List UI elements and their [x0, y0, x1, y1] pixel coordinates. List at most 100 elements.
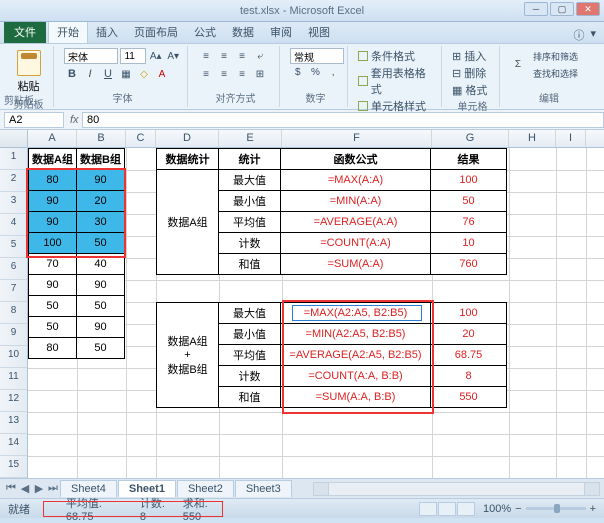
align-bot-button[interactable]: ≡: [234, 48, 250, 64]
underline-button[interactable]: U: [100, 66, 116, 82]
row-header[interactable]: 15: [0, 456, 27, 478]
maximize-button[interactable]: ▢: [550, 2, 574, 16]
window-title: test.xlsx - Microsoft Excel: [240, 5, 364, 17]
status-average: 平均值: 68.75: [66, 495, 130, 523]
percent-button[interactable]: %: [308, 64, 324, 80]
tab-nav-last[interactable]: ⏭: [46, 482, 60, 496]
column-header[interactable]: H: [509, 130, 556, 147]
bold-button[interactable]: B: [64, 66, 80, 82]
cond-format-button[interactable]: 条件格式: [358, 48, 435, 64]
tab-data[interactable]: 数据: [224, 21, 262, 43]
column-header[interactable]: B: [77, 130, 126, 147]
delete-cells-button[interactable]: ⊟ 删除: [452, 65, 493, 81]
insert-cells-button[interactable]: ⊞ 插入: [452, 48, 493, 64]
table-format-button[interactable]: 套用表格格式: [358, 65, 435, 97]
autosum-button[interactable]: Σ: [510, 57, 526, 73]
merge-button[interactable]: ⊞: [252, 66, 268, 82]
column-header[interactable]: D: [156, 130, 219, 147]
zoom-in-button[interactable]: +: [590, 503, 596, 515]
number-format-select[interactable]: 常规: [290, 48, 344, 64]
row-header[interactable]: 7: [0, 280, 27, 302]
column-header[interactable]: I: [556, 130, 586, 147]
row-header[interactable]: 12: [0, 390, 27, 412]
horizontal-scrollbar[interactable]: [313, 482, 600, 496]
row-header[interactable]: 3: [0, 192, 27, 214]
status-sum: 求和: 550: [183, 495, 228, 523]
view-break-button[interactable]: [457, 502, 475, 516]
tab-home[interactable]: 开始: [48, 20, 88, 43]
sort-button[interactable]: 排序和筛选: [532, 48, 579, 64]
border-button[interactable]: ▦: [118, 66, 134, 82]
group-font-label: 字体: [64, 90, 181, 105]
min-ribbon-icon[interactable]: ▾: [590, 27, 596, 43]
view-normal-button[interactable]: [419, 502, 437, 516]
font-size-select[interactable]: 11: [120, 48, 145, 64]
row-header[interactable]: 2: [0, 170, 27, 192]
currency-button[interactable]: $: [290, 64, 306, 80]
formula-input[interactable]: 80: [82, 112, 604, 128]
row-header[interactable]: 11: [0, 368, 27, 390]
view-layout-button[interactable]: [438, 502, 456, 516]
find-button[interactable]: 查找和选择: [532, 65, 579, 81]
row-header[interactable]: 8: [0, 302, 27, 324]
tab-layout[interactable]: 页面布局: [126, 21, 186, 43]
align-left-button[interactable]: ≡: [198, 66, 214, 82]
font-color-button[interactable]: A: [154, 66, 170, 82]
align-center-button[interactable]: ≡: [216, 66, 232, 82]
name-box[interactable]: A2: [4, 112, 64, 128]
italic-button[interactable]: I: [82, 66, 98, 82]
row-header[interactable]: 4: [0, 214, 27, 236]
comma-button[interactable]: ,: [325, 64, 341, 80]
tab-review[interactable]: 审阅: [262, 21, 300, 43]
row-headers: 123456789101112131415: [0, 148, 28, 478]
column-header[interactable]: C: [126, 130, 156, 147]
wrap-button[interactable]: ⤶: [252, 48, 268, 64]
row-header[interactable]: 14: [0, 434, 27, 456]
row-header[interactable]: 6: [0, 258, 27, 280]
group-number-label: 数字: [290, 90, 341, 105]
formula-bar: A2 fx 80: [0, 110, 604, 130]
zoom-level[interactable]: 100%: [483, 503, 511, 515]
grow-font-button[interactable]: A▴: [148, 48, 164, 64]
sheet-area[interactable]: ABCDEFGHI 123456789101112131415 数据A组数据B组…: [0, 130, 604, 478]
tab-insert[interactable]: 插入: [88, 21, 126, 43]
row-header[interactable]: 5: [0, 236, 27, 258]
sheet-tab[interactable]: Sheet3: [235, 480, 292, 497]
shrink-font-button[interactable]: A▾: [165, 48, 181, 64]
row-header[interactable]: 10: [0, 346, 27, 368]
paste-button[interactable]: 粘贴: [10, 48, 47, 96]
close-button[interactable]: ✕: [576, 2, 600, 16]
zoom-out-button[interactable]: −: [515, 503, 521, 515]
minimize-button[interactable]: ─: [524, 2, 548, 16]
help-icon[interactable]: ⓘ: [573, 27, 584, 43]
row-header[interactable]: 9: [0, 324, 27, 346]
tab-nav-prev[interactable]: ◀: [18, 482, 32, 496]
status-ready: 就绪: [8, 501, 66, 517]
align-top-button[interactable]: ≡: [198, 48, 214, 64]
row-header[interactable]: 1: [0, 148, 27, 170]
row-header[interactable]: 13: [0, 412, 27, 434]
clipboard-pane-label: 剪贴板: [4, 92, 34, 107]
tab-nav-first[interactable]: ⏮: [4, 482, 18, 496]
tab-file[interactable]: 文件: [4, 21, 46, 43]
zoom-slider[interactable]: [526, 507, 586, 510]
select-all-corner[interactable]: [0, 130, 28, 147]
tab-nav-next[interactable]: ▶: [32, 482, 46, 496]
column-header[interactable]: E: [219, 130, 282, 147]
column-header[interactable]: A: [28, 130, 77, 147]
font-name-select[interactable]: 宋体: [64, 48, 118, 64]
status-count: 计数: 8: [140, 495, 173, 523]
fill-color-button[interactable]: ◇: [136, 66, 152, 82]
title-bar: test.xlsx - Microsoft Excel ─ ▢ ✕: [0, 0, 604, 22]
cells-grid[interactable]: 数据A组数据B组 8090 9020 9030 10050 7040 9090 …: [28, 148, 604, 478]
ribbon-tabs: 文件 开始 插入 页面布局 公式 数据 审阅 视图 ⓘ ▾: [0, 22, 604, 44]
column-header[interactable]: F: [282, 130, 432, 147]
data-table-left: 数据A组数据B组 8090 9020 9030 10050 7040 9090 …: [28, 148, 125, 359]
fx-icon[interactable]: fx: [68, 114, 82, 126]
align-mid-button[interactable]: ≡: [216, 48, 232, 64]
column-header[interactable]: G: [432, 130, 509, 147]
tab-view[interactable]: 视图: [300, 21, 338, 43]
format-cells-button[interactable]: ▦ 格式: [452, 82, 493, 98]
tab-formula[interactable]: 公式: [186, 21, 224, 43]
align-right-button[interactable]: ≡: [234, 66, 250, 82]
